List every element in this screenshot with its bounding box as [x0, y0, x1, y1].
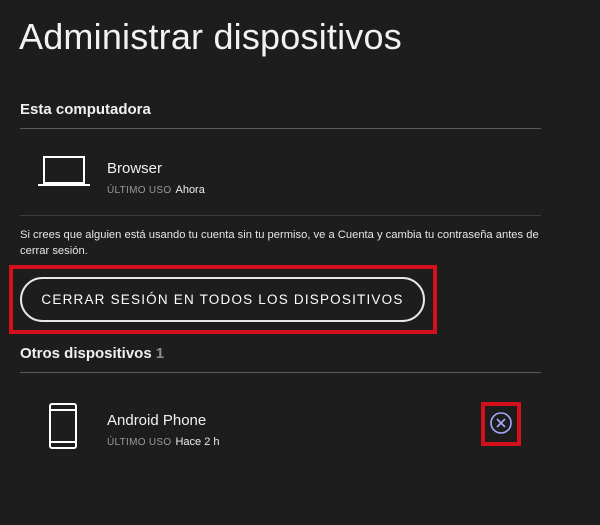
warning-text: Si crees que alguien está usando tu cuen… [20, 229, 539, 257]
page-title: Administrar dispositivos [19, 16, 402, 57]
device-name: Android Phone [107, 412, 207, 429]
phone-icon [49, 403, 77, 454]
other-devices-heading: Otros dispositivos 1 [20, 345, 164, 362]
device-last-used: ÚLTIMO USO Hace 2 h [107, 436, 220, 448]
row-divider [20, 215, 541, 216]
device-name: Browser [107, 160, 163, 177]
this-computer-heading: Esta computadora [20, 101, 151, 118]
signout-all-devices-button[interactable]: CERRAR SESIÓN EN TODOS LOS DISPOSITIVOS [20, 277, 425, 322]
close-circle-icon [490, 412, 512, 434]
laptop-icon [38, 155, 90, 194]
section-divider [20, 128, 541, 129]
device-last-used: ÚLTIMO USO Ahora [107, 184, 205, 196]
other-devices-heading-label: Otros dispositivos [20, 345, 152, 362]
section-divider [20, 372, 541, 373]
other-devices-count: 1 [155, 345, 165, 362]
last-used-value: Ahora [175, 184, 205, 196]
last-used-label: ÚLTIMO USO [107, 185, 172, 196]
remove-device-button[interactable] [488, 410, 514, 436]
last-used-label: ÚLTIMO USO [107, 437, 172, 448]
last-used-value: Hace 2 h [175, 436, 220, 448]
